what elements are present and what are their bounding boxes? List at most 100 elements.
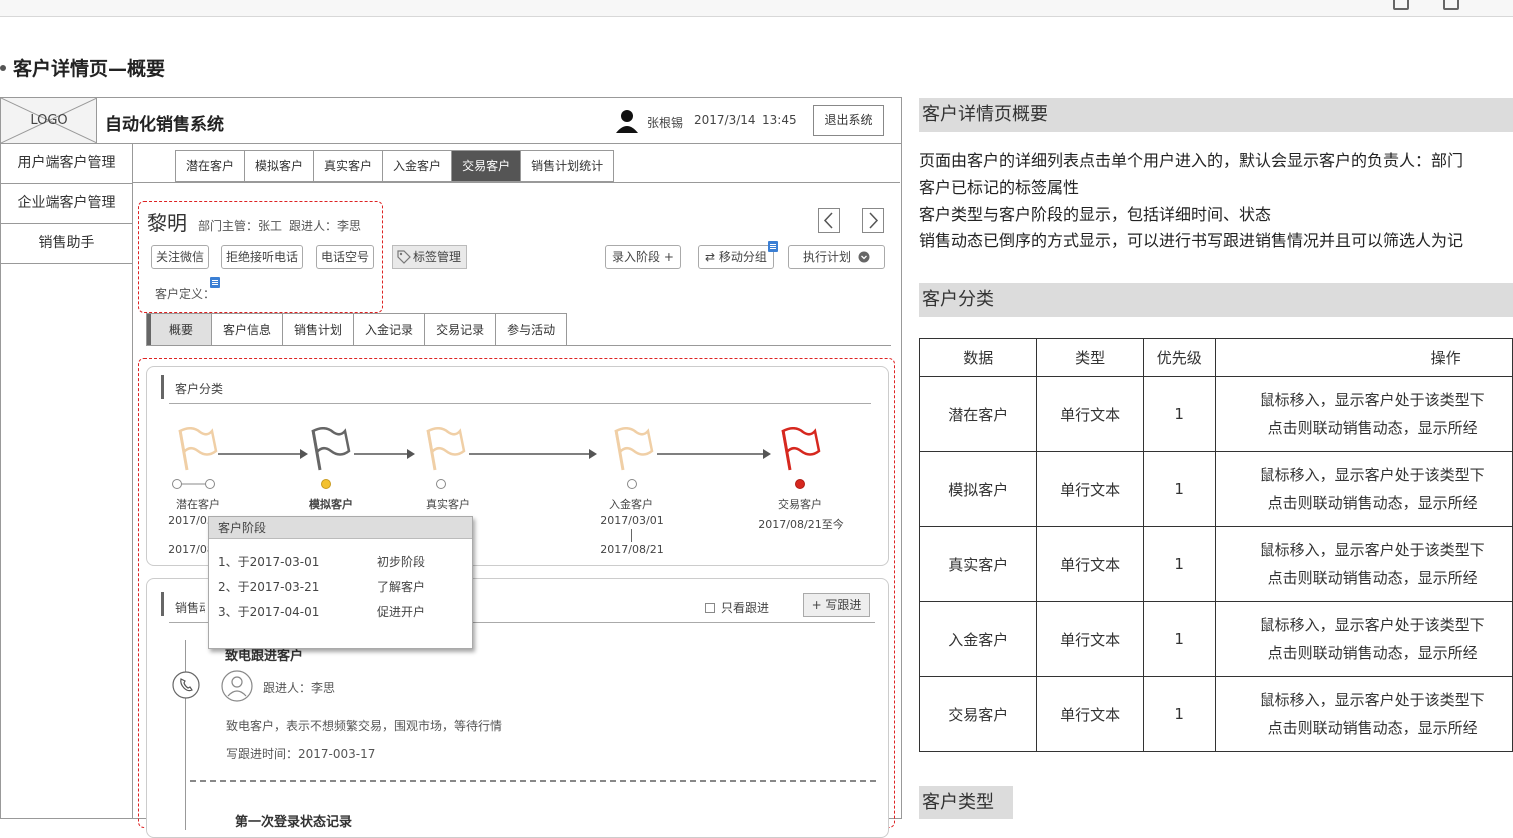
note-icon[interactable] xyxy=(210,277,220,288)
doc-section-overview-title: 客户详情页概要 xyxy=(919,98,1513,132)
stage-date-trading: 2017/08/21至今 xyxy=(758,518,844,531)
subtab-overview[interactable]: 概要 xyxy=(147,314,213,346)
app-name: 自动化销售系统 xyxy=(105,115,224,135)
tag-reject-calls[interactable]: 拒绝接听电话 xyxy=(221,245,304,269)
stage-dot-simulated[interactable] xyxy=(321,479,331,489)
move-group-button[interactable]: ⇄ 移动分组 xyxy=(698,245,774,269)
logout-button[interactable]: 退出系统 xyxy=(813,105,884,136)
table-row: 真实客户 单行文本 1 鼠标移入，显示客户处于该类型下 点击则联动销售动态，显示所… xyxy=(918,526,1513,602)
table-row: 交易客户 单行文本 1 鼠标移入，显示客户处于该类型下 点击则联动销售动态，显示所… xyxy=(918,676,1513,752)
enter-stage-button[interactable]: 录入阶段 + xyxy=(605,245,681,269)
cell-operation: 鼠标移入，显示客户处于该类型下 点击则联动销售动态，显示所经 xyxy=(1214,451,1513,527)
current-date: 2017/3/14 xyxy=(694,113,756,127)
classification-card-title: 客户分类 xyxy=(175,382,224,396)
doc-section-type-title: 客户类型 xyxy=(919,786,1013,819)
next-customer-button[interactable] xyxy=(862,208,884,233)
sidebar-item-enterprise-customers[interactable]: 企业端客户管理 xyxy=(1,184,132,224)
cell-type: 单行文本 xyxy=(1036,676,1144,752)
detail-tabs: 概要 客户信息 销售计划 入金记录 交易记录 参与活动 xyxy=(146,313,568,346)
subtab-deposit-records[interactable]: 入金记录 xyxy=(354,314,426,346)
flag-trading-icon xyxy=(781,427,821,471)
classification-card-divider xyxy=(169,403,871,404)
deposit-date-connector xyxy=(631,529,632,542)
stage-dot-deposit[interactable] xyxy=(627,479,637,489)
stage-label-simulated[interactable]: 模拟客户 xyxy=(291,496,371,512)
tag-empty-number[interactable]: 电话空号 xyxy=(316,245,375,269)
page-title: 客户详情页—概要 xyxy=(0,54,165,81)
only-follow-checkbox[interactable] xyxy=(705,602,715,613)
page-title-text: 客户详情页—概要 xyxy=(13,58,166,80)
follow-entry-time: 写跟进时间：2017-003-17 xyxy=(226,747,376,761)
tab-trading[interactable]: 交易客户 xyxy=(452,151,522,181)
stage-label-trading[interactable]: 交易客户 xyxy=(760,496,840,512)
popup-row-date-1: 1、于2017-03-01 xyxy=(218,555,320,569)
classification-spec-table: 数据 类型 优先级 操作 潜在客户 单行文本 1 鼠标移入，显示客户处于该类型下… xyxy=(918,338,1513,752)
subtab-activities[interactable]: 参与活动 xyxy=(496,314,566,346)
flag-potential-icon xyxy=(178,427,218,471)
th-type: 类型 xyxy=(1036,338,1144,377)
stage-dot-real[interactable] xyxy=(436,479,446,489)
flag-deposit-icon xyxy=(614,427,654,471)
only-follow-filter[interactable]: 只看跟进 xyxy=(705,599,769,616)
sidebar-item-user-customers[interactable]: 用户端客户管理 xyxy=(1,144,132,184)
cell-data: 潜在客户 xyxy=(918,376,1038,452)
tag-icon xyxy=(397,250,411,264)
cell-operation: 鼠标移入，显示客户处于该类型下 点击则联动销售动态，显示所经 xyxy=(1214,601,1513,677)
tab-simulated[interactable]: 模拟客户 xyxy=(245,151,315,181)
cell-priority: 1 xyxy=(1142,676,1216,752)
stage-label-potential[interactable]: 潜在客户 xyxy=(158,496,238,512)
doc-line-2: 客户已标记的标签属性 xyxy=(919,178,1080,197)
follow-entry-follower: 跟进人：李思 xyxy=(263,681,336,695)
write-follow-button[interactable]: + 写跟进 xyxy=(803,593,870,617)
subtab-sales-plan[interactable]: 销售计划 xyxy=(283,314,355,346)
flag-simulated-icon xyxy=(311,427,351,471)
chevron-left-icon xyxy=(823,212,833,229)
logo-placeholder: LOGO xyxy=(1,98,97,143)
popup-row-stage-2: 了解客户 xyxy=(377,580,426,594)
tag-manage-button[interactable]: 标签管理 xyxy=(392,245,468,269)
cell-type: 单行文本 xyxy=(1036,451,1144,527)
cell-data: 入金客户 xyxy=(918,601,1038,677)
cell-data: 交易客户 xyxy=(918,676,1038,752)
popup-row-stage-1: 初步阶段 xyxy=(377,555,426,569)
cell-priority: 1 xyxy=(1142,451,1216,527)
chevron-down-circle-icon xyxy=(858,251,870,263)
timeline-line xyxy=(185,640,186,830)
tab-real[interactable]: 真实客户 xyxy=(314,151,384,181)
chevron-right-icon xyxy=(869,212,879,229)
customer-type-tabs: 潜在客户 模拟客户 真实客户 入金客户 交易客户 销售计划统计 xyxy=(175,150,615,182)
stage-label-real[interactable]: 真实客户 xyxy=(408,496,488,512)
th-operation: 操作 xyxy=(1214,338,1513,377)
table-row: 入金客户 单行文本 1 鼠标移入，显示客户处于该类型下 点击则联动销售动态，显示所… xyxy=(918,601,1513,677)
sidebar-item-sales-assistant[interactable]: 销售助手 xyxy=(1,224,132,264)
prev-customer-button[interactable] xyxy=(818,208,840,233)
tab-potential[interactable]: 潜在客户 xyxy=(176,151,246,181)
doc-line-4: 销售动态已倒序的方式显示，可以进行书写跟进销售情况并且可以筛选人为记 xyxy=(919,231,1464,250)
stage-dot-potential-end[interactable] xyxy=(205,479,215,489)
stage-label-deposit[interactable]: 入金客户 xyxy=(591,496,671,512)
op-line-2: 点击则联动销售动态，显示所经 xyxy=(1267,569,1478,587)
op-line-1: 鼠标移入，显示客户处于该类型下 xyxy=(1259,691,1485,709)
cell-type: 单行文本 xyxy=(1036,526,1144,602)
op-line-2: 点击则联动销售动态，显示所经 xyxy=(1267,494,1478,512)
stage-dot-trading[interactable] xyxy=(795,479,805,489)
subtab-customer-info[interactable]: 客户信息 xyxy=(212,314,284,346)
th-data: 数据 xyxy=(918,338,1038,377)
subtab-trade-records[interactable]: 交易记录 xyxy=(425,314,497,346)
cell-priority: 1 xyxy=(1142,376,1216,452)
stage-dot-potential-start[interactable] xyxy=(172,479,182,489)
op-line-2: 点击则联动销售动态，显示所经 xyxy=(1267,719,1478,737)
op-line-2: 点击则联动销售动态，显示所经 xyxy=(1267,419,1478,437)
move-group-note-icon[interactable] xyxy=(768,241,778,252)
op-line-2: 点击则联动销售动态，显示所经 xyxy=(1267,644,1478,662)
tab-sales-plan-stats[interactable]: 销售计划统计 xyxy=(521,151,614,181)
cell-operation: 鼠标移入，显示客户处于该类型下 点击则联动销售动态，显示所经 xyxy=(1214,376,1513,452)
doc-section-classification-title: 客户分类 xyxy=(919,283,1513,317)
exec-plan-button[interactable]: 执行计划 xyxy=(788,245,885,269)
tag-follow-wechat[interactable]: 关注微信 xyxy=(151,245,210,269)
cell-type: 单行文本 xyxy=(1036,601,1144,677)
doc-line-1: 页面由客户的详细列表点击单个用户进入的，默认会显示客户的负责人：部门 xyxy=(919,151,1464,170)
stage-arrows xyxy=(218,449,771,459)
tab-deposit[interactable]: 入金客户 xyxy=(383,151,453,181)
spec-document: 客户详情页概要 页面由客户的详细列表点击单个用户进入的，默认会显示客户的负责人：… xyxy=(904,0,1513,819)
